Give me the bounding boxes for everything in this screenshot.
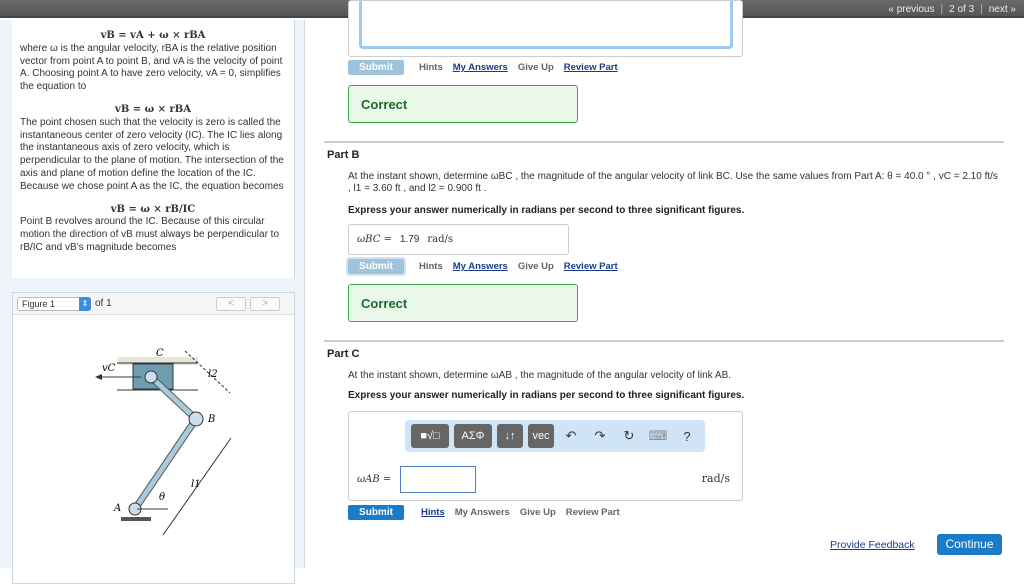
part-c-title[interactable]: Part C bbox=[327, 348, 359, 360]
explanation-panel[interactable]: vB = vA + ω × rBA where ω is the angular… bbox=[12, 20, 295, 278]
undo-icon[interactable]: ↶ bbox=[559, 428, 583, 444]
left-panel: vB = vA + ω × rBA where ω is the angular… bbox=[0, 20, 305, 584]
equation-1: vB = vA + ω × rBA bbox=[100, 30, 206, 41]
part-c-links: Hints My Answers Give Up Review Part bbox=[421, 507, 620, 518]
pin-b bbox=[188, 411, 204, 427]
part-c-unit: rad/s bbox=[701, 472, 730, 485]
figure-panel: Figure 1 ⇕ of 1 < > vC C B A θ l1 l2 bbox=[12, 292, 295, 584]
part-c-variable: ωAB = bbox=[357, 474, 392, 485]
arrows-button[interactable]: ↓↑ bbox=[497, 424, 523, 448]
label-c: C bbox=[156, 348, 164, 359]
help-icon[interactable]: ? bbox=[675, 429, 699, 444]
math-toolbar: ■√□ ΑΣΦ ↓↑ vec ↶ ↷ ↻ ⌨ ? bbox=[405, 420, 705, 452]
part-c-answer-input[interactable] bbox=[400, 466, 476, 493]
figure-header: Figure 1 ⇕ of 1 < > bbox=[13, 293, 294, 315]
pin-c bbox=[144, 370, 158, 384]
continue-button[interactable]: Continue bbox=[937, 534, 1002, 555]
give-up-link[interactable]: Give Up bbox=[518, 261, 554, 272]
my-answers-link[interactable]: My Answers bbox=[453, 261, 508, 272]
pagination: « previous | 2 of 3 | next » bbox=[888, 4, 1016, 15]
templates-button[interactable]: ■√□ bbox=[411, 424, 449, 448]
link-ab-fill bbox=[132, 417, 199, 511]
my-answers-link[interactable]: My Answers bbox=[455, 507, 510, 518]
part-c-submit-button[interactable]: Submit bbox=[348, 505, 404, 520]
explanation-text-3: Point B revolves around the IC. Because … bbox=[20, 216, 280, 253]
part-c-instruction: Express your answer numerically in radia… bbox=[348, 390, 745, 401]
figure-next-button[interactable]: > bbox=[250, 296, 280, 311]
previous-link[interactable]: « previous bbox=[888, 4, 934, 15]
part-b-variable: ωBC = bbox=[357, 234, 392, 245]
part-b-links: Hints My Answers Give Up Review Part bbox=[419, 261, 618, 272]
part-a-answer-box bbox=[348, 0, 743, 57]
part-b-unit: rad/s bbox=[427, 234, 454, 245]
hints-link[interactable]: Hints bbox=[419, 261, 443, 272]
part-b-instruction: Express your answer numerically in radia… bbox=[348, 205, 745, 216]
keyboard-icon[interactable]: ⌨ bbox=[646, 428, 670, 444]
review-part-link[interactable]: Review Part bbox=[564, 261, 618, 272]
label-vc: vC bbox=[102, 363, 116, 374]
page-indicator: 2 of 3 bbox=[949, 4, 975, 15]
greek-symbols-button[interactable]: ΑΣΦ bbox=[454, 424, 492, 448]
review-part-link[interactable]: Review Part bbox=[566, 507, 620, 518]
part-a-submit-button[interactable]: Submit bbox=[348, 60, 404, 75]
part-b-answer-box: ωBC = 1.79 rad/s bbox=[348, 224, 569, 255]
mechanism-diagram: vC C B A θ l1 l2 bbox=[95, 348, 232, 536]
figure-count: of 1 bbox=[95, 298, 112, 309]
part-a-links: Hints My Answers Give Up Review Part bbox=[419, 62, 618, 73]
part-b-question: At the instant shown, determine ωBC , th… bbox=[348, 171, 998, 194]
label-theta: θ bbox=[159, 492, 165, 503]
part-b-answer-value: 1.79 bbox=[399, 234, 420, 245]
redo-icon[interactable]: ↷ bbox=[588, 428, 612, 444]
part-b-correct-feedback: Correct bbox=[348, 284, 578, 322]
hints-link[interactable]: Hints bbox=[419, 62, 443, 73]
label-l2: l2 bbox=[208, 369, 218, 380]
review-part-link[interactable]: Review Part bbox=[564, 62, 618, 73]
part-b-title[interactable]: Part B bbox=[327, 149, 359, 161]
divider bbox=[324, 340, 1004, 342]
vector-button[interactable]: vec bbox=[528, 424, 554, 448]
part-a-input-area bbox=[359, 1, 733, 49]
arrow-head bbox=[95, 374, 102, 380]
next-link[interactable]: next » bbox=[989, 4, 1016, 15]
ground bbox=[121, 517, 151, 521]
part-c-answer-box: ■√□ ΑΣΦ ↓↑ vec ↶ ↷ ↻ ⌨ ? ωAB = rad/s bbox=[348, 411, 743, 501]
part-c-question: At the instant shown, determine ωAB , th… bbox=[348, 370, 732, 381]
give-up-link[interactable]: Give Up bbox=[520, 507, 556, 518]
equation-3: vB = ω × rB/IC bbox=[110, 203, 196, 215]
label-l1: l1 bbox=[191, 479, 201, 490]
provide-feedback-link[interactable]: Provide Feedback bbox=[830, 539, 915, 551]
part-a-correct-feedback: Correct bbox=[348, 85, 578, 123]
explanation-text-1: where ω is the angular velocity, rBA is … bbox=[20, 42, 283, 93]
figure-prev-button[interactable]: < bbox=[216, 296, 246, 311]
label-a: A bbox=[113, 503, 121, 514]
give-up-link[interactable]: Give Up bbox=[518, 62, 554, 73]
figure-select[interactable]: Figure 1 ⇕ bbox=[17, 296, 91, 311]
label-b: B bbox=[207, 414, 215, 425]
explanation-text-2: The point chosen such that the velocity … bbox=[20, 116, 284, 192]
my-answers-link[interactable]: My Answers bbox=[453, 62, 508, 73]
equation-2: vB = ω × rBA bbox=[115, 103, 191, 115]
chevron-updown-icon: ⇕ bbox=[79, 296, 91, 311]
part-b-submit-button[interactable]: Submit bbox=[348, 259, 404, 274]
figure-select-value: Figure 1 bbox=[22, 298, 56, 309]
hints-link[interactable]: Hints bbox=[421, 507, 445, 518]
reset-icon[interactable]: ↻ bbox=[617, 428, 641, 444]
divider bbox=[324, 141, 1004, 143]
